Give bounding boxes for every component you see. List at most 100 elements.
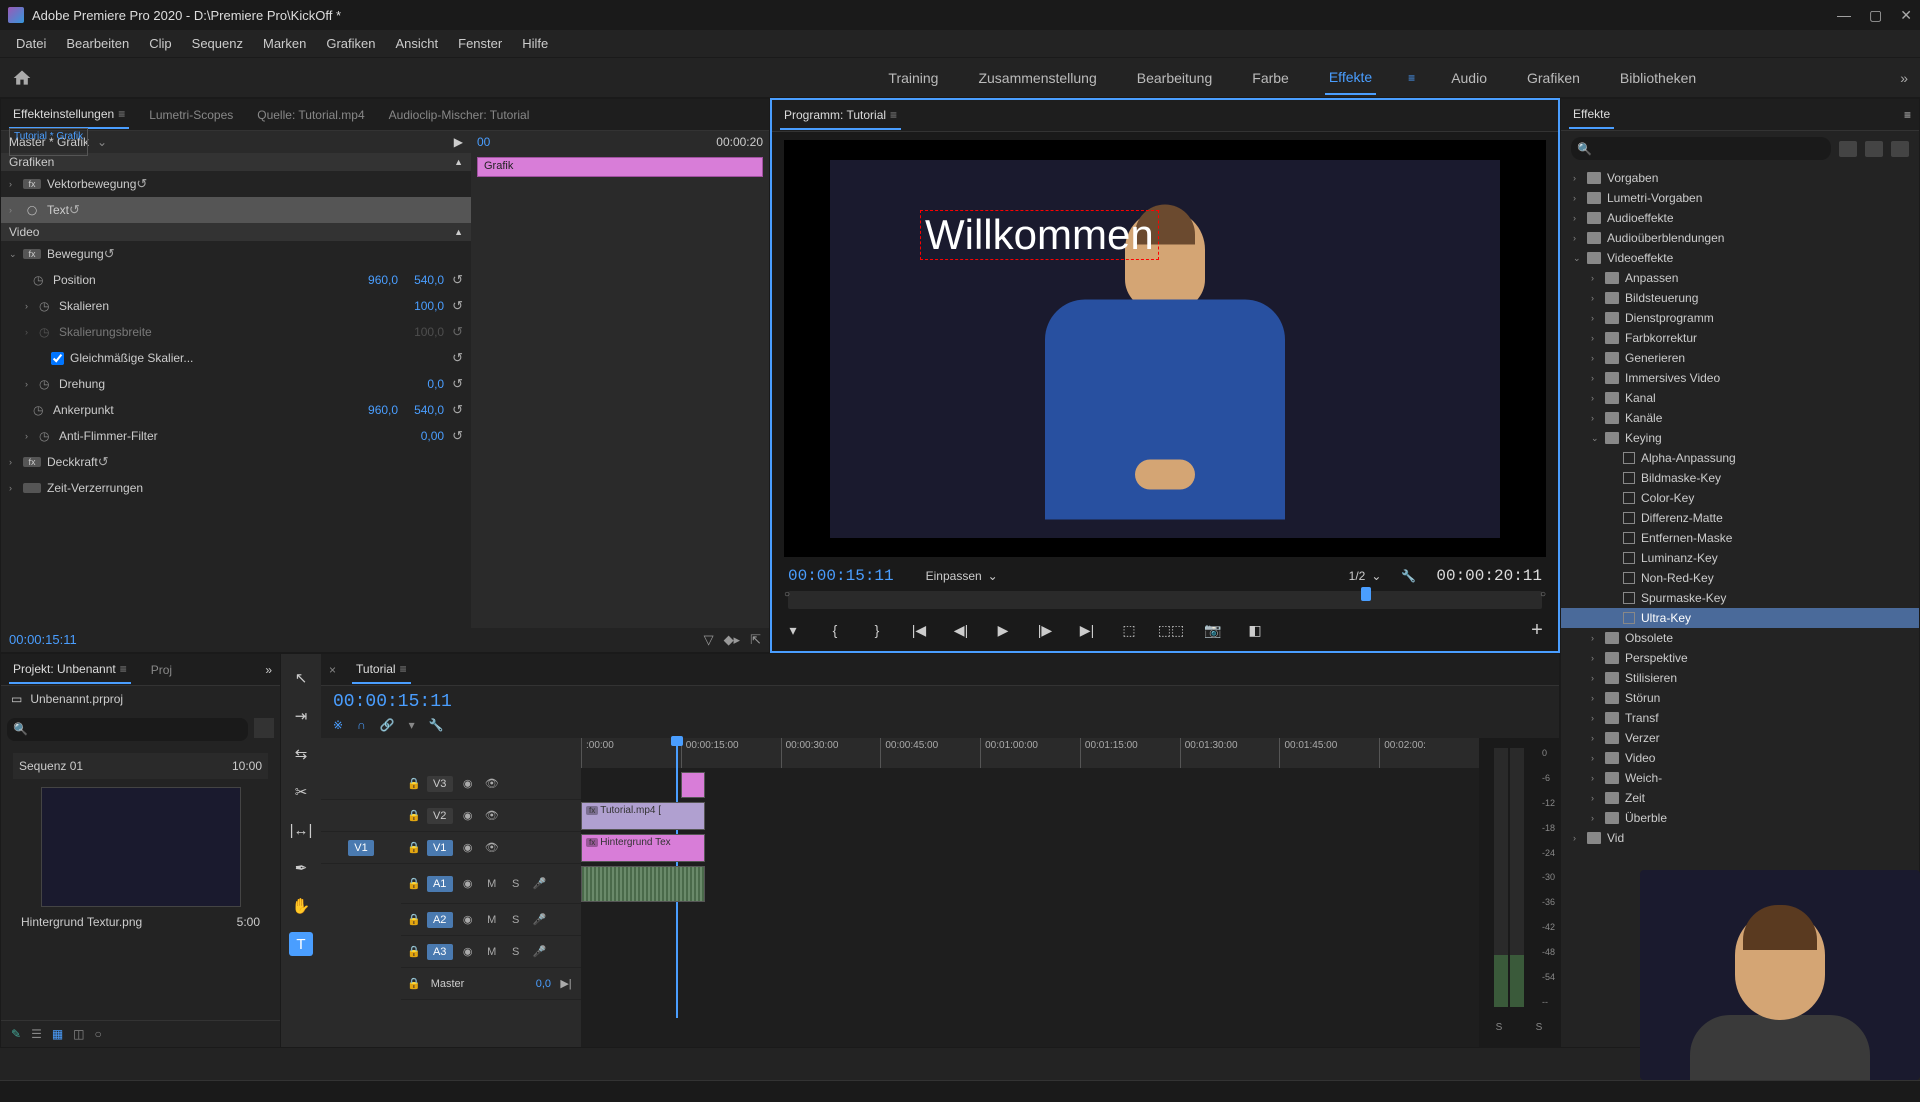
lock-icon[interactable]: 🔒 <box>407 841 421 854</box>
reset-icon[interactable]: ↺ <box>69 202 80 218</box>
solo-button[interactable]: S <box>507 914 525 926</box>
tab-proj-other[interactable]: Proj <box>147 657 176 683</box>
drehung-value[interactable]: 0,0 <box>427 377 444 391</box>
effect-audioeffekte[interactable]: ›Audioeffekte <box>1561 208 1919 228</box>
reset-icon[interactable]: ↺ <box>98 454 109 470</box>
lock-icon[interactable]: 🔒 <box>407 913 421 926</box>
tab-programm[interactable]: Programm: Tutorial≡ <box>780 102 901 130</box>
master-value[interactable]: 0,0 <box>536 978 551 990</box>
reset-icon[interactable]: ↺ <box>452 376 463 392</box>
export-frame-button[interactable]: 📷 <box>1200 617 1226 643</box>
workspace-overflow-icon[interactable]: » <box>1900 70 1908 86</box>
goto-next-icon[interactable]: ▶| <box>557 977 575 990</box>
ec-timeline-clip[interactable]: Grafik <box>477 157 763 177</box>
ankerpunkt-x[interactable]: 960,0 <box>368 403 398 417</box>
tab-lumetri-scopes[interactable]: Lumetri-Scopes <box>145 102 237 128</box>
pen-tool[interactable]: ✒ <box>289 856 313 880</box>
fit-dropdown[interactable]: Einpassen ⌄ <box>926 569 998 583</box>
accelerated-badge-icon[interactable] <box>1839 141 1857 157</box>
ec-timecode[interactable]: 00:00:15:11 <box>9 632 77 647</box>
workspace-effekte[interactable]: Effekte <box>1325 61 1376 95</box>
sequence-name[interactable]: Sequenz 01 <box>19 759 83 773</box>
tab-timeline[interactable]: Tutorial≡ <box>352 656 411 684</box>
home-icon[interactable] <box>12 68 32 88</box>
track-v1[interactable]: V1 <box>427 840 453 856</box>
expand-icon[interactable]: › <box>9 179 23 189</box>
sync-lock-icon[interactable]: ◉ <box>459 877 477 890</box>
reset-icon[interactable]: ↺ <box>452 272 463 288</box>
stopwatch-icon[interactable]: ◷ <box>33 403 49 417</box>
effect-obsolete[interactable]: ›Obsolete <box>1561 628 1919 648</box>
prop-vektorbewegung[interactable]: Vektorbewegung <box>47 177 136 191</box>
ruler-tick[interactable]: :00:00 <box>581 738 681 768</box>
razor-tool[interactable]: ✂ <box>289 780 313 804</box>
export-icon[interactable]: ⇱ <box>750 632 761 648</box>
reset-icon[interactable]: ↺ <box>136 176 147 192</box>
effect-non-red-key[interactable]: Non-Red-Key <box>1561 568 1919 588</box>
antiflimmer-value[interactable]: 0,00 <box>421 429 444 443</box>
playhead-icon[interactable] <box>1361 587 1371 601</box>
voice-over-icon[interactable]: 🎤 <box>531 913 549 926</box>
effect-vorgaben[interactable]: ›Vorgaben <box>1561 168 1919 188</box>
source-patch-v1[interactable]: V1 <box>348 840 374 856</box>
menu-marken[interactable]: Marken <box>255 32 314 55</box>
wrench-icon[interactable]: 🔧 <box>1401 569 1416 583</box>
mute-button[interactable]: M <box>483 914 501 926</box>
effect-transf[interactable]: ›Transf <box>1561 708 1919 728</box>
tab-effekteinstellungen[interactable]: Effekteinstellungen≡ <box>9 101 129 129</box>
effect-differenz-matte[interactable]: Differenz-Matte <box>1561 508 1919 528</box>
expand-icon[interactable]: › <box>25 327 39 337</box>
effect-perspektive[interactable]: ›Perspektive <box>1561 648 1919 668</box>
sync-lock-icon[interactable]: ◉ <box>459 945 477 958</box>
effect-anpassen[interactable]: ›Anpassen <box>1561 268 1919 288</box>
project-search-input[interactable] <box>7 718 248 741</box>
stopwatch-icon[interactable]: ◷ <box>33 273 49 287</box>
effect-generieren[interactable]: ›Generieren <box>1561 348 1919 368</box>
new-item-icon[interactable]: ✎ <box>11 1027 21 1041</box>
clip-v3-graphic[interactable] <box>681 772 705 798</box>
reset-icon[interactable]: ↺ <box>452 324 463 340</box>
track-v2[interactable]: V2 <box>427 808 453 824</box>
comparison-button[interactable]: ◧ <box>1242 617 1268 643</box>
fx-badge[interactable]: fx <box>23 457 41 467</box>
mute-button[interactable]: M <box>483 878 501 890</box>
sync-lock-icon[interactable]: ◉ <box>459 841 477 854</box>
effect-weich-[interactable]: ›Weich- <box>1561 768 1919 788</box>
minimize-button[interactable]: — <box>1837 7 1851 24</box>
mark-in-button[interactable]: ▾ <box>780 617 806 643</box>
maximize-button[interactable]: ▢ <box>1869 7 1882 24</box>
lock-icon[interactable]: 🔒 <box>407 777 421 790</box>
menu-sequenz[interactable]: Sequenz <box>184 32 251 55</box>
effect-videoeffekte[interactable]: ⌄Videoeffekte <box>1561 248 1919 268</box>
track-select-tool[interactable]: ⇥ <box>289 704 313 728</box>
expand-icon[interactable]: ⌄ <box>9 249 23 260</box>
solo-right[interactable]: S <box>1536 1022 1543 1033</box>
overflow-icon[interactable]: » <box>265 663 272 677</box>
workspace-menu-icon[interactable]: ≡ <box>1408 71 1415 85</box>
current-clip-label[interactable]: Tutorial * Grafik <box>9 131 88 156</box>
ruler-tick[interactable]: 00:00:30:00 <box>781 738 881 768</box>
zoom-slider-icon[interactable]: ○ <box>95 1027 102 1041</box>
filter-icon[interactable]: ▽ <box>704 632 714 648</box>
effect-spurmaske-key[interactable]: Spurmaske-Key <box>1561 588 1919 608</box>
tab-effekte[interactable]: Effekte <box>1569 101 1614 129</box>
ripple-edit-tool[interactable]: ⇆ <box>289 742 313 766</box>
track-master[interactable]: Master <box>431 978 465 990</box>
workspace-training[interactable]: Training <box>884 62 942 94</box>
stopwatch-icon[interactable]: ◷ <box>39 429 55 443</box>
stopwatch-icon[interactable]: ◷ <box>39 299 55 313</box>
effect-audio-berblendungen[interactable]: ›Audioüberblendungen <box>1561 228 1919 248</box>
effect-kanal[interactable]: ›Kanal <box>1561 388 1919 408</box>
expand-icon[interactable]: › <box>25 431 39 441</box>
voice-over-icon[interactable]: 🎤 <box>531 877 549 890</box>
ruler-tick[interactable]: 00:01:30:00 <box>1180 738 1280 768</box>
tab-quelle[interactable]: Quelle: Tutorial.mp4 <box>253 102 368 128</box>
chevron-down-icon[interactable]: ⌄ <box>97 135 107 149</box>
mark-clip-button[interactable]: } <box>864 617 890 643</box>
expand-icon[interactable]: › <box>25 379 39 389</box>
effect-bildsteuerung[interactable]: ›Bildsteuerung <box>1561 288 1919 308</box>
effect-bildmaske-key[interactable]: Bildmaske-Key <box>1561 468 1919 488</box>
mark-out-button[interactable]: { <box>822 617 848 643</box>
freeform-view-icon[interactable]: ◫ <box>73 1027 84 1041</box>
fx-badge[interactable]: ◯ <box>23 205 41 216</box>
